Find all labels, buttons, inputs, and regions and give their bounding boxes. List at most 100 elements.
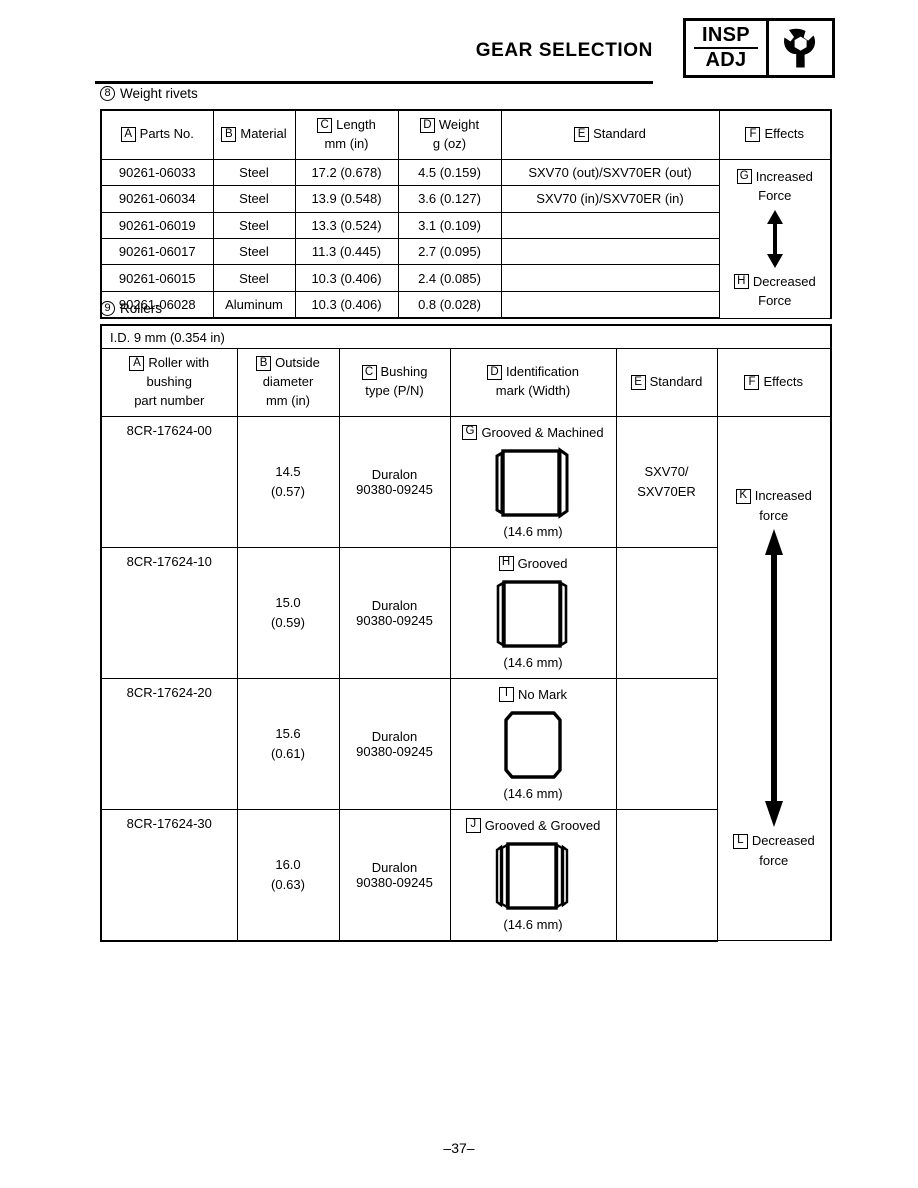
col-header-od-line1: Outside: [275, 355, 320, 370]
effects-column-cell: K Increased force L Decreased force: [716, 415, 832, 942]
page-footer: –37–: [0, 1140, 918, 1156]
cell-parts-no: 90261-06015: [100, 264, 214, 292]
adj-label: ADJ: [705, 49, 747, 71]
col-header-bushing-line2: type (P/N): [365, 383, 424, 399]
col-header-length: C Length mm (in): [294, 108, 399, 160]
col-header-roller-line1: Roller with: [148, 355, 210, 370]
cell-od-mm: 15.0: [275, 595, 301, 611]
cell-roller-part-number-value: 8CR-17624-00: [126, 422, 212, 438]
col-header-outside-diameter: B Outside diameter mm (in): [236, 348, 340, 417]
cell-standard: [615, 546, 718, 679]
cell-roller-part-number: 8CR-17624-30: [100, 808, 238, 942]
key-badge-b: B: [256, 355, 272, 371]
cell-standard: [500, 237, 720, 266]
cell-roller-part-number-value: 8CR-17624-10: [126, 553, 212, 569]
cell-bushing-type: Duralon: [371, 597, 418, 613]
cell-roller-width: (14.6 mm): [503, 916, 563, 932]
col-header-standard: E Standard: [615, 348, 718, 417]
rollers-id-spec-note: I.D. 9 mm (0.354 in): [100, 324, 832, 349]
cell-od-mm: 16.0: [275, 857, 301, 873]
wrench-nut-icon: [769, 21, 832, 75]
cell-bushing: Duralon 90380-09245: [338, 808, 451, 942]
cell-standard: SXV70 (out)/SXV70ER (out): [500, 158, 720, 187]
table-header-row: A Roller with bushing part number B Outs…: [100, 348, 832, 417]
col-header-od-line3: mm (in): [265, 392, 311, 408]
cell-parts-no: 90261-06034: [100, 185, 214, 213]
col-header-length-label: Length: [336, 117, 376, 132]
insp-label: INSP: [702, 24, 750, 46]
key-badge-g: G: [736, 168, 752, 184]
cell-weight: 2.7 (0.095): [397, 237, 502, 266]
cell-bushing: Duralon 90380-09245: [338, 546, 451, 679]
col-header-standard-label: Standard: [593, 126, 646, 142]
cell-weight: 0.8 (0.028): [397, 290, 502, 320]
cell-length: 10.3 (0.406): [294, 264, 399, 292]
col-header-effects: F Effects: [716, 348, 832, 417]
cell-bushing: Duralon 90380-09245: [338, 677, 451, 810]
effects-increased-label: K Increased force: [735, 486, 812, 525]
key-badge-f: F: [744, 374, 760, 390]
cell-identification-mark: G Grooved & Machined (14.6 mm): [449, 415, 617, 548]
key-badge-d: D: [487, 365, 502, 381]
col-header-parts-no-label: Parts No.: [139, 126, 194, 142]
effects-increased-line1: Increased: [754, 488, 812, 504]
cell-material: Steel: [212, 237, 296, 266]
key-badge-d: D: [419, 117, 435, 133]
key-badge-e: E: [574, 127, 590, 143]
col-header-idmark-line2: mark (Width): [495, 383, 571, 399]
key-badge-e: E: [630, 374, 646, 390]
page-header: GEAR SELECTION INSP ADJ: [95, 18, 835, 84]
cell-outside-diameter: 16.0 (0.63): [236, 808, 340, 942]
cell-weight: 2.4 (0.085): [397, 264, 502, 292]
col-header-roller-line2: bushing: [146, 373, 193, 389]
key-badge-g: G: [462, 424, 478, 440]
cell-bushing-type: Duralon: [371, 728, 418, 744]
effects-increased-label: G Increased Force: [736, 167, 813, 206]
section-number-8: 8: [100, 86, 115, 101]
effects-decreased-label: L Decreased force: [732, 831, 815, 870]
cell-identification-mark: J Grooved & Grooved (14.6 mm): [449, 808, 617, 942]
cell-od-in: (0.59): [271, 614, 305, 630]
cell-roller-part-number: 8CR-17624-00: [100, 415, 238, 548]
col-header-material-label: Material: [240, 126, 287, 142]
col-header-bushing-type: C Bushing type (P/N): [338, 348, 451, 417]
cell-outside-diameter: 14.5 (0.57): [236, 415, 340, 548]
cell-parts-no: 90261-06033: [100, 158, 214, 187]
cell-bushing-type: Duralon: [371, 466, 418, 482]
cell-roller-width: (14.6 mm): [503, 654, 563, 670]
double-headed-vertical-arrow-icon: [764, 206, 786, 272]
cell-idmark-label: No Mark: [517, 686, 568, 702]
cell-weight: 4.5 (0.159): [397, 158, 502, 187]
key-badge-c: C: [361, 365, 377, 381]
roller-no-mark-icon: [490, 708, 576, 784]
col-header-standard: E Standard: [500, 108, 720, 160]
effects-decreased-line2: force: [759, 852, 789, 868]
cell-od-in: (0.63): [271, 876, 305, 892]
page-number: –37–: [443, 1140, 475, 1156]
cell-length: 11.3 (0.445): [294, 237, 399, 266]
cell-outside-diameter: 15.0 (0.59): [236, 546, 340, 679]
table-header-row: A Parts No. B Material C Length mm (in) …: [100, 108, 832, 160]
col-header-length-units: mm (in): [324, 135, 369, 151]
cell-od-in: (0.61): [271, 745, 305, 761]
cell-standard: [615, 808, 718, 942]
effects-decreased-label: H Decreased Force: [733, 272, 816, 311]
roller-grooved-icon: [490, 577, 576, 653]
effects-column-cell: G Increased Force H Decreased Force: [718, 158, 832, 319]
cell-idmark-label: Grooved & Grooved: [484, 817, 601, 833]
cell-bushing: Duralon 90380-09245: [338, 415, 451, 548]
section-number-9: 9: [100, 301, 115, 316]
key-badge-f: F: [745, 127, 761, 143]
cell-standard: [500, 211, 720, 239]
cell-standard: SXV70/ SXV70ER: [615, 415, 718, 548]
col-header-roller-part-number: A Roller with bushing part number: [100, 348, 238, 417]
cell-material: Steel: [212, 264, 296, 292]
cell-length: 17.2 (0.678): [294, 158, 399, 187]
key-badge-a: A: [129, 355, 145, 371]
col-header-roller-line3: part number: [134, 392, 205, 408]
key-badge-i: I: [498, 686, 514, 702]
roller-grooved-grooved-icon: [490, 839, 576, 915]
key-badge-a: A: [120, 127, 136, 143]
cell-length: 10.3 (0.406): [294, 290, 399, 320]
cell-roller-part-number-value: 8CR-17624-20: [126, 684, 212, 700]
